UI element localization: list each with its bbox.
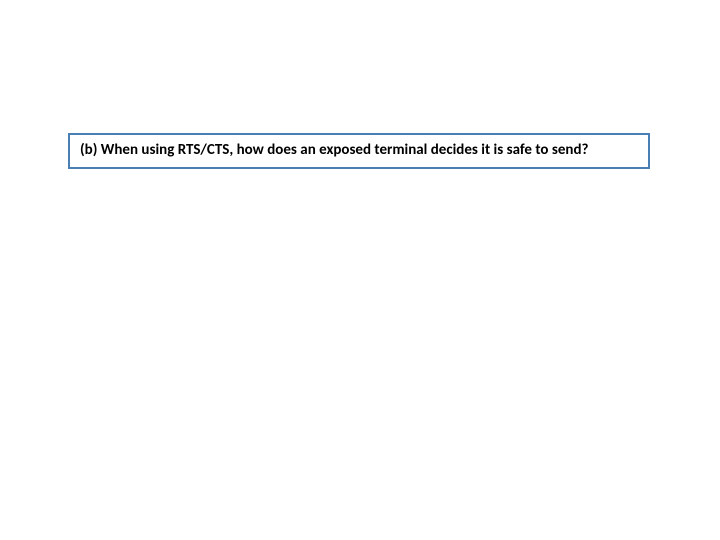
question-text: (b) When using RTS/CTS, how does an expo… [80,141,638,161]
question-box: (b) When using RTS/CTS, how does an expo… [68,133,650,169]
